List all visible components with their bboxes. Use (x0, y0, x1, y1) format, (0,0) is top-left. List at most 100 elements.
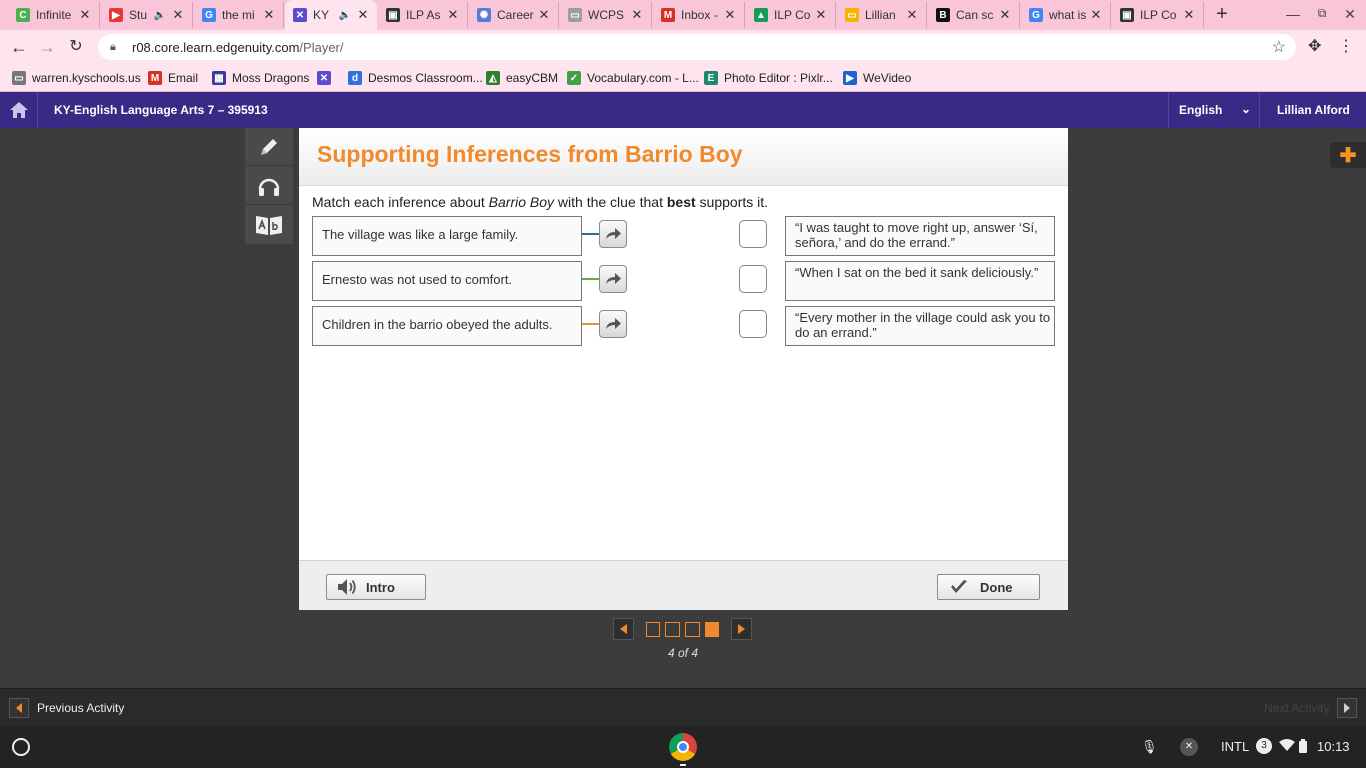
extensions-puzzle-icon[interactable]: ✥ (1308, 36, 1321, 56)
tab-close-icon[interactable]: ✕ (1088, 7, 1104, 23)
bookmark-favicon-icon: ▦ (212, 71, 226, 85)
browser-tab-1[interactable]: C Infinite ✕ (8, 2, 100, 28)
connect-arrow-button-1[interactable] (599, 220, 627, 248)
book-title: Barrio Boy (488, 194, 555, 210)
language-select[interactable]: English ⌄ (1168, 92, 1260, 128)
notification-count[interactable]: 3 (1256, 738, 1272, 754)
previous-activity-button[interactable]: Previous Activity (9, 698, 124, 718)
drop-target-3[interactable] (739, 310, 767, 338)
dictionary-tool-button[interactable] (245, 206, 293, 244)
expand-plus-button[interactable]: ✚ (1330, 142, 1366, 168)
tab-close-icon[interactable]: ✕ (997, 7, 1013, 23)
checkmark-icon (951, 580, 967, 593)
launcher-icon[interactable] (12, 738, 30, 756)
next-activity-arrow (1337, 698, 1358, 718)
microphone-icon[interactable]: 🎙︎ (1141, 739, 1158, 755)
tab-audio-icon[interactable]: 🔈 (154, 10, 166, 21)
browser-tab-2[interactable]: ▶ Stu 🔈 ✕ (101, 2, 193, 28)
browser-tab-13[interactable]: ▣ ILP Co ✕ (1112, 2, 1204, 28)
minimize-icon[interactable]: — (1285, 6, 1301, 22)
chrome-app-icon[interactable] (669, 733, 697, 761)
tab-close-icon[interactable]: ✕ (1181, 7, 1197, 23)
page-indicator-4[interactable] (704, 621, 720, 637)
bookmark-label: easyCBM (506, 71, 559, 85)
bookmark-item-4[interactable]: ✕ (317, 69, 337, 87)
browser-tab-4[interactable]: ✕ KY 🔈 ✕ (285, 0, 377, 30)
connect-arrow-button-2[interactable] (599, 265, 627, 293)
close-window-icon[interactable]: ✕ (1342, 6, 1358, 23)
bookmark-item-6[interactable]: ◭ easyCBM (486, 69, 558, 87)
next-page-button[interactable] (730, 618, 752, 640)
connect-arrow-button-3[interactable] (599, 310, 627, 338)
bookmark-item-2[interactable]: M Email (148, 69, 198, 87)
tab-close-icon[interactable]: ✕ (813, 7, 829, 23)
browser-tab-5[interactable]: ▣ ILP As ✕ (378, 2, 468, 28)
browser-tab-12[interactable]: Gwhat is ✕ (1021, 2, 1111, 28)
bookmark-item-7[interactable]: ✓ Vocabulary.com - L... (567, 69, 699, 87)
tab-close-icon[interactable]: ✕ (445, 7, 461, 23)
activity-footer: Intro Done (299, 560, 1068, 610)
clock[interactable]: 10:13 (1317, 739, 1350, 754)
url-domain: r08.core.learn.edgenuity.com (132, 39, 300, 55)
inference-box-2[interactable]: Ernesto was not used to comfort. (312, 261, 582, 301)
tab-close-icon[interactable]: ✕ (170, 7, 186, 23)
bookmark-star-icon[interactable]: ☆ (1272, 37, 1286, 57)
activity-title: Supporting Inferences from Barrio Boy (317, 141, 743, 167)
pencil-tool-button[interactable] (245, 128, 293, 166)
tab-close-icon[interactable]: ✕ (722, 7, 738, 23)
done-button[interactable]: Done (937, 574, 1040, 600)
browser-tab-7[interactable]: ▭ WCPS ✕ (560, 2, 652, 28)
page-indicator-3[interactable] (685, 621, 700, 637)
battery-icon[interactable] (1299, 739, 1307, 756)
browser-tab-10[interactable]: ▭ Lillian ✕ (837, 2, 927, 28)
ime-indicator[interactable]: INTL (1221, 739, 1249, 754)
browser-menu-icon[interactable]: ⋮ (1338, 36, 1354, 56)
url-input[interactable]: 🔒︎ r08.core.learn.edgenuity.com/Player/ … (98, 34, 1296, 60)
tab-favicon-icon: ▶ (109, 8, 123, 22)
reload-icon[interactable]: ↻ (65, 37, 87, 57)
inference-box-3[interactable]: Children in the barrio obeyed the adults… (312, 306, 582, 346)
bookmark-label: Desmos Classroom... (368, 71, 483, 85)
browser-tab-6[interactable]: ✺ Career ✕ (469, 2, 559, 28)
tab-close-icon[interactable]: ✕ (77, 7, 93, 23)
browser-tab-9[interactable]: ▲ ILP Co ✕ (746, 2, 836, 28)
bookmark-item-1[interactable]: ▭ warren.kyschools.us (12, 69, 141, 87)
restore-icon[interactable]: ⧉ (1314, 6, 1330, 21)
prev-page-button[interactable] (613, 618, 635, 640)
bookmark-favicon-icon: ▭ (12, 71, 26, 85)
tab-close-icon[interactable]: ✕ (904, 7, 920, 23)
user-name[interactable]: Lillian Alford (1277, 103, 1350, 117)
bookmark-favicon-icon: ◭ (486, 71, 500, 85)
tab-close-icon[interactable]: ✕ (536, 7, 552, 23)
browser-tab-3[interactable]: Gthe mi ✕ (194, 2, 284, 28)
browser-tab-8[interactable]: M Inbox - ✕ (653, 2, 745, 28)
inference-box-1[interactable]: The village was like a large family. (312, 216, 582, 256)
running-indicator (680, 764, 686, 766)
bookmark-item-5[interactable]: d Desmos Classroom... (348, 69, 483, 87)
drop-target-1[interactable] (739, 220, 767, 248)
tab-close-icon[interactable]: ✕ (261, 7, 277, 23)
home-button[interactable] (0, 92, 38, 128)
page-indicator-1[interactable] (645, 621, 661, 637)
tab-close-icon[interactable]: ✕ (355, 7, 371, 23)
tab-title: WCPS (588, 8, 624, 22)
browser-tab-11[interactable]: B Can sc ✕ (928, 2, 1020, 28)
new-tab-button[interactable]: + (1212, 4, 1232, 24)
tab-title: Lillian (865, 8, 896, 22)
bookmark-item-3[interactable]: ▦ Moss Dragons (212, 69, 309, 87)
wifi-icon[interactable] (1279, 739, 1295, 754)
intro-button[interactable]: Intro (326, 574, 426, 600)
bookmark-favicon-icon: ✕ (317, 71, 331, 85)
back-arrow-icon[interactable]: ← (8, 37, 30, 57)
audio-tool-button[interactable] (245, 167, 293, 205)
bookmark-item-8[interactable]: E Photo Editor : Pixlr... (704, 69, 833, 87)
drop-target-2[interactable] (739, 265, 767, 293)
os-shelf: 🎙︎ ✕ INTL 3 10:13 (0, 726, 1366, 768)
mute-icon[interactable]: ✕ (1180, 738, 1198, 756)
bookmark-item-9[interactable]: ▶ WeVideo (843, 69, 911, 87)
page-indicator-2[interactable] (665, 621, 680, 637)
tab-audio-icon[interactable]: 🔈 (339, 10, 351, 21)
next-activity-button[interactable]: Next Activity (1264, 698, 1358, 718)
forward-arrow-icon[interactable]: → (36, 37, 58, 57)
tab-close-icon[interactable]: ✕ (629, 7, 645, 23)
